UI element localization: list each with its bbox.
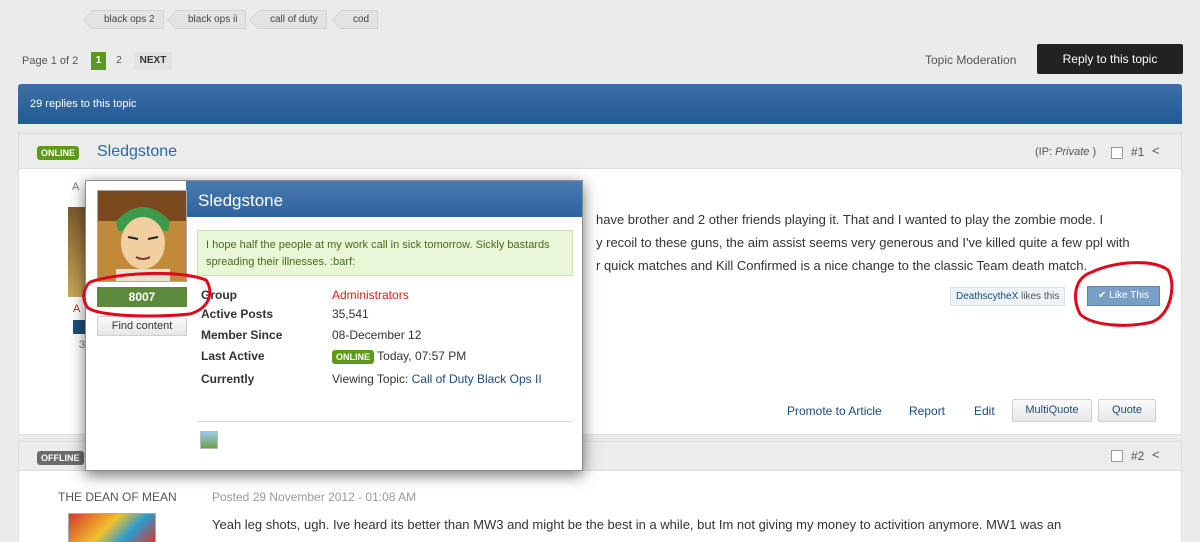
report-link[interactable]: Report: [909, 404, 945, 418]
field-label-last-active: Last Active: [201, 349, 265, 363]
promote-article-link[interactable]: Promote to Article: [787, 404, 882, 418]
tag[interactable]: call of duty: [249, 10, 327, 30]
field-value-currently: Viewing Topic: Call of Duty Black Ops II: [332, 372, 542, 386]
post-body-line: r quick matches and Kill Confirmed is a …: [596, 258, 1088, 273]
annotation-circle: [1074, 261, 1174, 327]
post-2-author[interactable]: THE DEAN OF MEAN: [58, 490, 177, 504]
share-icon[interactable]: <: [1152, 447, 1160, 462]
next-page-button[interactable]: NEXT: [134, 52, 172, 70]
multiquote-button[interactable]: MultiQuote: [1012, 399, 1092, 422]
field-value-posts: 35,541: [332, 307, 369, 321]
tag[interactable]: black ops 2: [83, 10, 164, 30]
tag[interactable]: black ops ii: [166, 10, 247, 30]
hovercard-status-message: I hope half the people at my work call i…: [197, 230, 573, 276]
reply-button[interactable]: Reply to this topic: [1037, 44, 1183, 74]
likes-summary: DeathscytheX likes this: [950, 287, 1066, 306]
post-author-link[interactable]: Sledgstone: [97, 143, 177, 161]
liker-link[interactable]: DeathscytheX: [956, 291, 1018, 302]
online-badge: ONLINE: [332, 350, 375, 364]
post-date: Posted 29 November 2012 - 01:08 AM: [212, 490, 417, 504]
profile-hovercard: Sledgstone I hope half the people at my …: [85, 180, 583, 471]
quote-button[interactable]: Quote: [1098, 399, 1156, 422]
post-number[interactable]: #1: [1131, 145, 1144, 159]
post-1-header: [18, 133, 1182, 169]
field-value-group[interactable]: Administrators: [332, 288, 409, 302]
select-post-checkbox[interactable]: [1111, 147, 1123, 159]
field-label-currently: Currently: [201, 372, 255, 386]
post-number[interactable]: #2: [1131, 449, 1144, 463]
online-badge: ONLINE: [37, 146, 80, 160]
hovercard-avatar[interactable]: [97, 190, 187, 282]
author-rank-badge: [73, 320, 85, 334]
post-ip: (IP: Private ): [1035, 146, 1097, 158]
share-icon[interactable]: <: [1152, 143, 1160, 158]
select-post-checkbox[interactable]: [1111, 450, 1123, 462]
post-body-line: y recoil to these guns, the aim assist s…: [596, 235, 1130, 250]
hovercard-divider: [197, 421, 573, 422]
edit-link[interactable]: Edit: [974, 404, 995, 418]
page-summary: Page 1 of 2: [22, 55, 79, 67]
offline-badge: OFFLINE: [37, 451, 84, 465]
hovercard-name[interactable]: Sledgstone: [186, 181, 582, 217]
post-body: Yeah leg shots, ugh. Ive heard its bette…: [212, 517, 1062, 532]
topic-moderation-link[interactable]: Topic Moderation: [925, 53, 1016, 67]
author-avatar[interactable]: [68, 513, 156, 542]
field-label-member-since: Member Since: [201, 328, 283, 342]
replies-header: 29 replies to this topic: [18, 84, 1182, 124]
current-topic-link[interactable]: Call of Duty Black Ops II: [412, 372, 542, 386]
annotation-circle: [82, 271, 212, 318]
author-name-hint: A: [72, 181, 80, 193]
page-current: 1: [91, 52, 106, 70]
tag[interactable]: cod: [331, 10, 379, 30]
field-value-last-active: ONLINE Today, 07:57 PM: [332, 349, 466, 364]
page-2-link[interactable]: 2: [112, 52, 126, 70]
post-body-line: have brother and 2 other friends playing…: [596, 212, 1104, 227]
field-value-member-since: 08-December 12: [332, 328, 422, 342]
image-icon[interactable]: [200, 431, 218, 449]
